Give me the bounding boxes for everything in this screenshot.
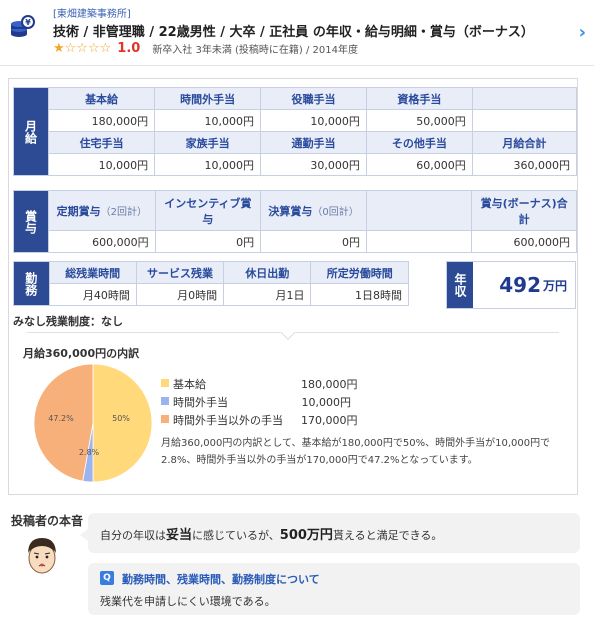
breakdown-title: 月給360,000円の内訳: [23, 347, 140, 360]
work-value: 月0時間: [135, 283, 225, 306]
work-table: 勤務 総残業時間 サービス残業 休日出勤 所定労働時間 月40時間 月0時間 月…: [13, 261, 409, 306]
minashi-overtime: みなし残業制度：なし: [13, 315, 123, 328]
voice-title: 投稿者の本音: [11, 514, 84, 528]
legend-swatch: [161, 379, 169, 387]
annual-income-box: 年収 492 万円: [446, 261, 576, 309]
salary-value: 10,000円: [47, 153, 156, 176]
salary-head: 通勤手当: [260, 131, 367, 154]
voice-text-bold: 妥当: [166, 528, 193, 543]
legend-label: 時間外手当以外の手当: [173, 414, 283, 427]
divider-notch: [280, 325, 296, 341]
pie-slice-label: 47.2%: [48, 414, 74, 423]
salary-detail-box: 月給 基本給 時間外手当 役職手当 資格手当 180,000円 10,000円 …: [8, 78, 578, 495]
voice-text-bold: 500万円: [279, 528, 333, 543]
bonus-table: 賞与 定期賞与（2回計） インセンティブ賞与 決算賞与（0回計） 賞与(ボーナス…: [13, 190, 577, 253]
bonus-head: インセンティブ賞与: [154, 190, 262, 231]
question-title[interactable]: 勤務時間、残業時間、勤務制度について: [122, 571, 320, 587]
question-answer: 残業代を申請しにくい環境である。: [100, 595, 276, 608]
qa-bubble: Q 勤務時間、残業時間、勤務制度について 残業代を申請しにくい環境である。: [88, 563, 580, 615]
annual-label: 年収: [447, 262, 473, 308]
review-header[interactable]: ¥ [東畑建築事務所] 技術 / 非管理職 / 22歳男性 / 大卒 / 正社員…: [0, 0, 594, 66]
bonus-head-text: 定期賞与: [56, 204, 101, 218]
bonus-head: 決算賞与（0回計）: [260, 190, 368, 231]
avatar: [28, 538, 56, 574]
salary-value: 50,000円: [365, 109, 473, 132]
salary-head: 時間外手当: [154, 87, 262, 110]
salary-value: 10,000円: [154, 153, 262, 176]
bubble-tail: [80, 529, 88, 541]
bonus-value: 0円: [260, 230, 368, 253]
pie-slice: [92, 363, 153, 483]
legend-label: 基本給: [173, 378, 206, 391]
bonus-value: 600,000円: [471, 230, 577, 253]
voice-text-post: 貰えると満足できる。: [332, 529, 443, 542]
annual-unit: 万円: [542, 278, 567, 293]
bonus-head-note: （0回計）: [312, 206, 359, 218]
legend-amount: 180,000円: [301, 378, 358, 391]
work-head: 休日出勤: [223, 261, 312, 284]
bonus-head: [366, 190, 473, 231]
work-head: 総残業時間: [48, 261, 137, 284]
salary-value: 10,000円: [260, 109, 367, 132]
salary-head: 住宅手当: [47, 131, 156, 154]
work-head: サービス残業: [135, 261, 225, 284]
work-value: 1日8時間: [310, 283, 409, 306]
voice-text-mid: に感じているが、: [192, 529, 280, 542]
bonus-head: 定期賞与（2回計）: [48, 190, 156, 231]
legend-amount: 10,000円: [301, 396, 352, 409]
salary-head: [471, 87, 578, 110]
salary-value: 180,000円: [47, 109, 156, 132]
question-badge: Q: [100, 571, 114, 585]
legend-amount: 170,000円: [301, 414, 358, 427]
bonus-head-note: （2回計）: [100, 206, 147, 218]
annual-number: 492: [499, 273, 541, 297]
annual-amount: 492 万円: [473, 262, 575, 308]
salary-value: [471, 109, 578, 132]
work-value: 月1日: [223, 283, 312, 306]
voice-text: 自分の年収は妥当に感じているが、500万円貰えると満足できる。: [100, 524, 442, 543]
salary-head: 月給合計: [471, 131, 578, 154]
breakdown-pie-chart: 50% 2.8% 47.2%: [33, 363, 153, 483]
rating-stars: ★☆☆☆☆: [53, 41, 112, 56]
legend-swatch: [161, 415, 169, 423]
salary-head: 資格手当: [365, 87, 473, 110]
bonus-value: [366, 230, 473, 253]
salary-value: 60,000円: [365, 153, 473, 176]
bonus-value: 600,000円: [48, 230, 156, 253]
svg-text:¥: ¥: [25, 18, 31, 27]
work-label: 勤務: [13, 261, 50, 306]
legend-label: 時間外手当: [173, 396, 228, 409]
page-title[interactable]: 技術 / 非管理職 / 22歳男性 / 大卒 / 正社員 の年収・給与明細・賞与…: [53, 21, 534, 40]
salary-head: その他手当: [365, 131, 473, 154]
work-head: 所定労働時間: [310, 261, 409, 284]
coins-icon: ¥: [11, 15, 35, 37]
salary-value: 30,000円: [260, 153, 367, 176]
breakdown-explanation: 月給360,000円の内訳として、基本給が180,000円で50%、時間外手当が…: [161, 438, 551, 466]
voice-bubble: 自分の年収は妥当に感じているが、500万円貰えると満足できる。: [88, 513, 580, 553]
bonus-head-text: 決算賞与: [268, 204, 313, 218]
bonus-value: 0円: [154, 230, 262, 253]
company-name[interactable]: [東畑建築事務所]: [53, 5, 131, 20]
salary-head: 基本給: [47, 87, 156, 110]
review-meta: 新卒入社 3年未満 (投稿時に在籍) / 2014年度: [152, 45, 359, 56]
salary-head: 役職手当: [260, 87, 367, 110]
bonus-label: 賞与: [13, 190, 49, 253]
chevron-right-icon[interactable]: ›: [579, 22, 586, 43]
monthly-label: 月給: [13, 87, 49, 176]
salary-value: 10,000円: [154, 109, 262, 132]
monthly-salary-table: 月給 基本給 時間外手当 役職手当 資格手当 180,000円 10,000円 …: [13, 87, 578, 176]
work-value: 月40時間: [48, 283, 137, 306]
rating-score: 1.0: [117, 41, 141, 56]
legend-swatch: [161, 397, 169, 405]
rating-row: ★☆☆☆☆ 1.0 新卒入社 3年未満 (投稿時に在籍) / 2014年度: [53, 41, 358, 56]
salary-value: 360,000円: [471, 153, 578, 176]
pie-slice-label: 2.8%: [79, 448, 100, 457]
pie-slice-label: 50%: [112, 414, 130, 423]
voice-text-pre: 自分の年収は: [100, 529, 166, 542]
bonus-head: 賞与(ボーナス)合計: [471, 190, 577, 231]
salary-head: 家族手当: [154, 131, 262, 154]
